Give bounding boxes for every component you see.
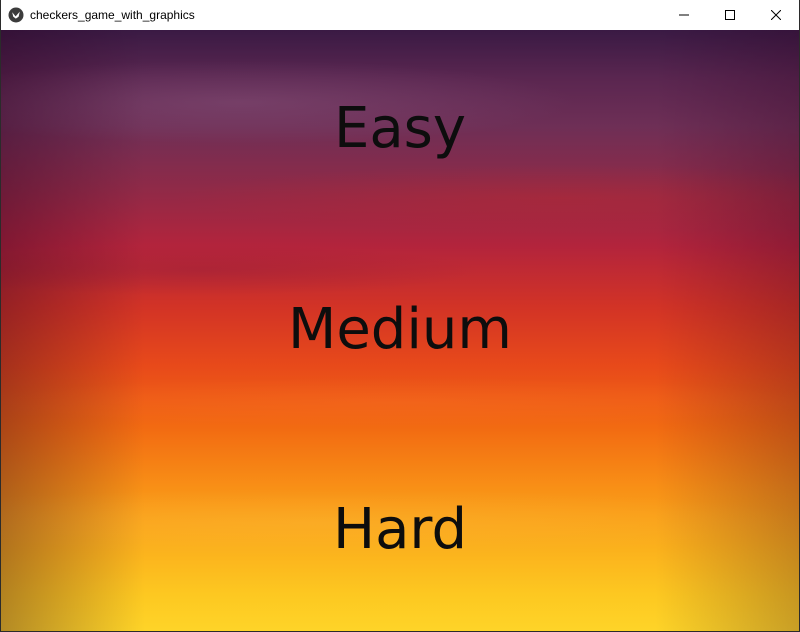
hard-button[interactable]: Hard (1, 498, 799, 562)
close-button[interactable] (753, 0, 799, 30)
difficulty-menu-screen: Easy Medium Hard (1, 30, 799, 631)
minimize-button[interactable] (661, 0, 707, 30)
easy-button[interactable]: Easy (1, 97, 799, 161)
maximize-icon (725, 10, 735, 20)
minimize-icon (679, 14, 689, 16)
window-title: checkers_game_with_graphics (30, 8, 195, 22)
maximize-button[interactable] (707, 0, 753, 30)
close-icon (771, 10, 781, 20)
kivy-logo-icon (8, 7, 24, 23)
app-window: checkers_game_with_graphics Easy Medium … (0, 0, 800, 632)
title-bar[interactable]: checkers_game_with_graphics (1, 0, 799, 30)
medium-button[interactable]: Medium (1, 298, 799, 362)
